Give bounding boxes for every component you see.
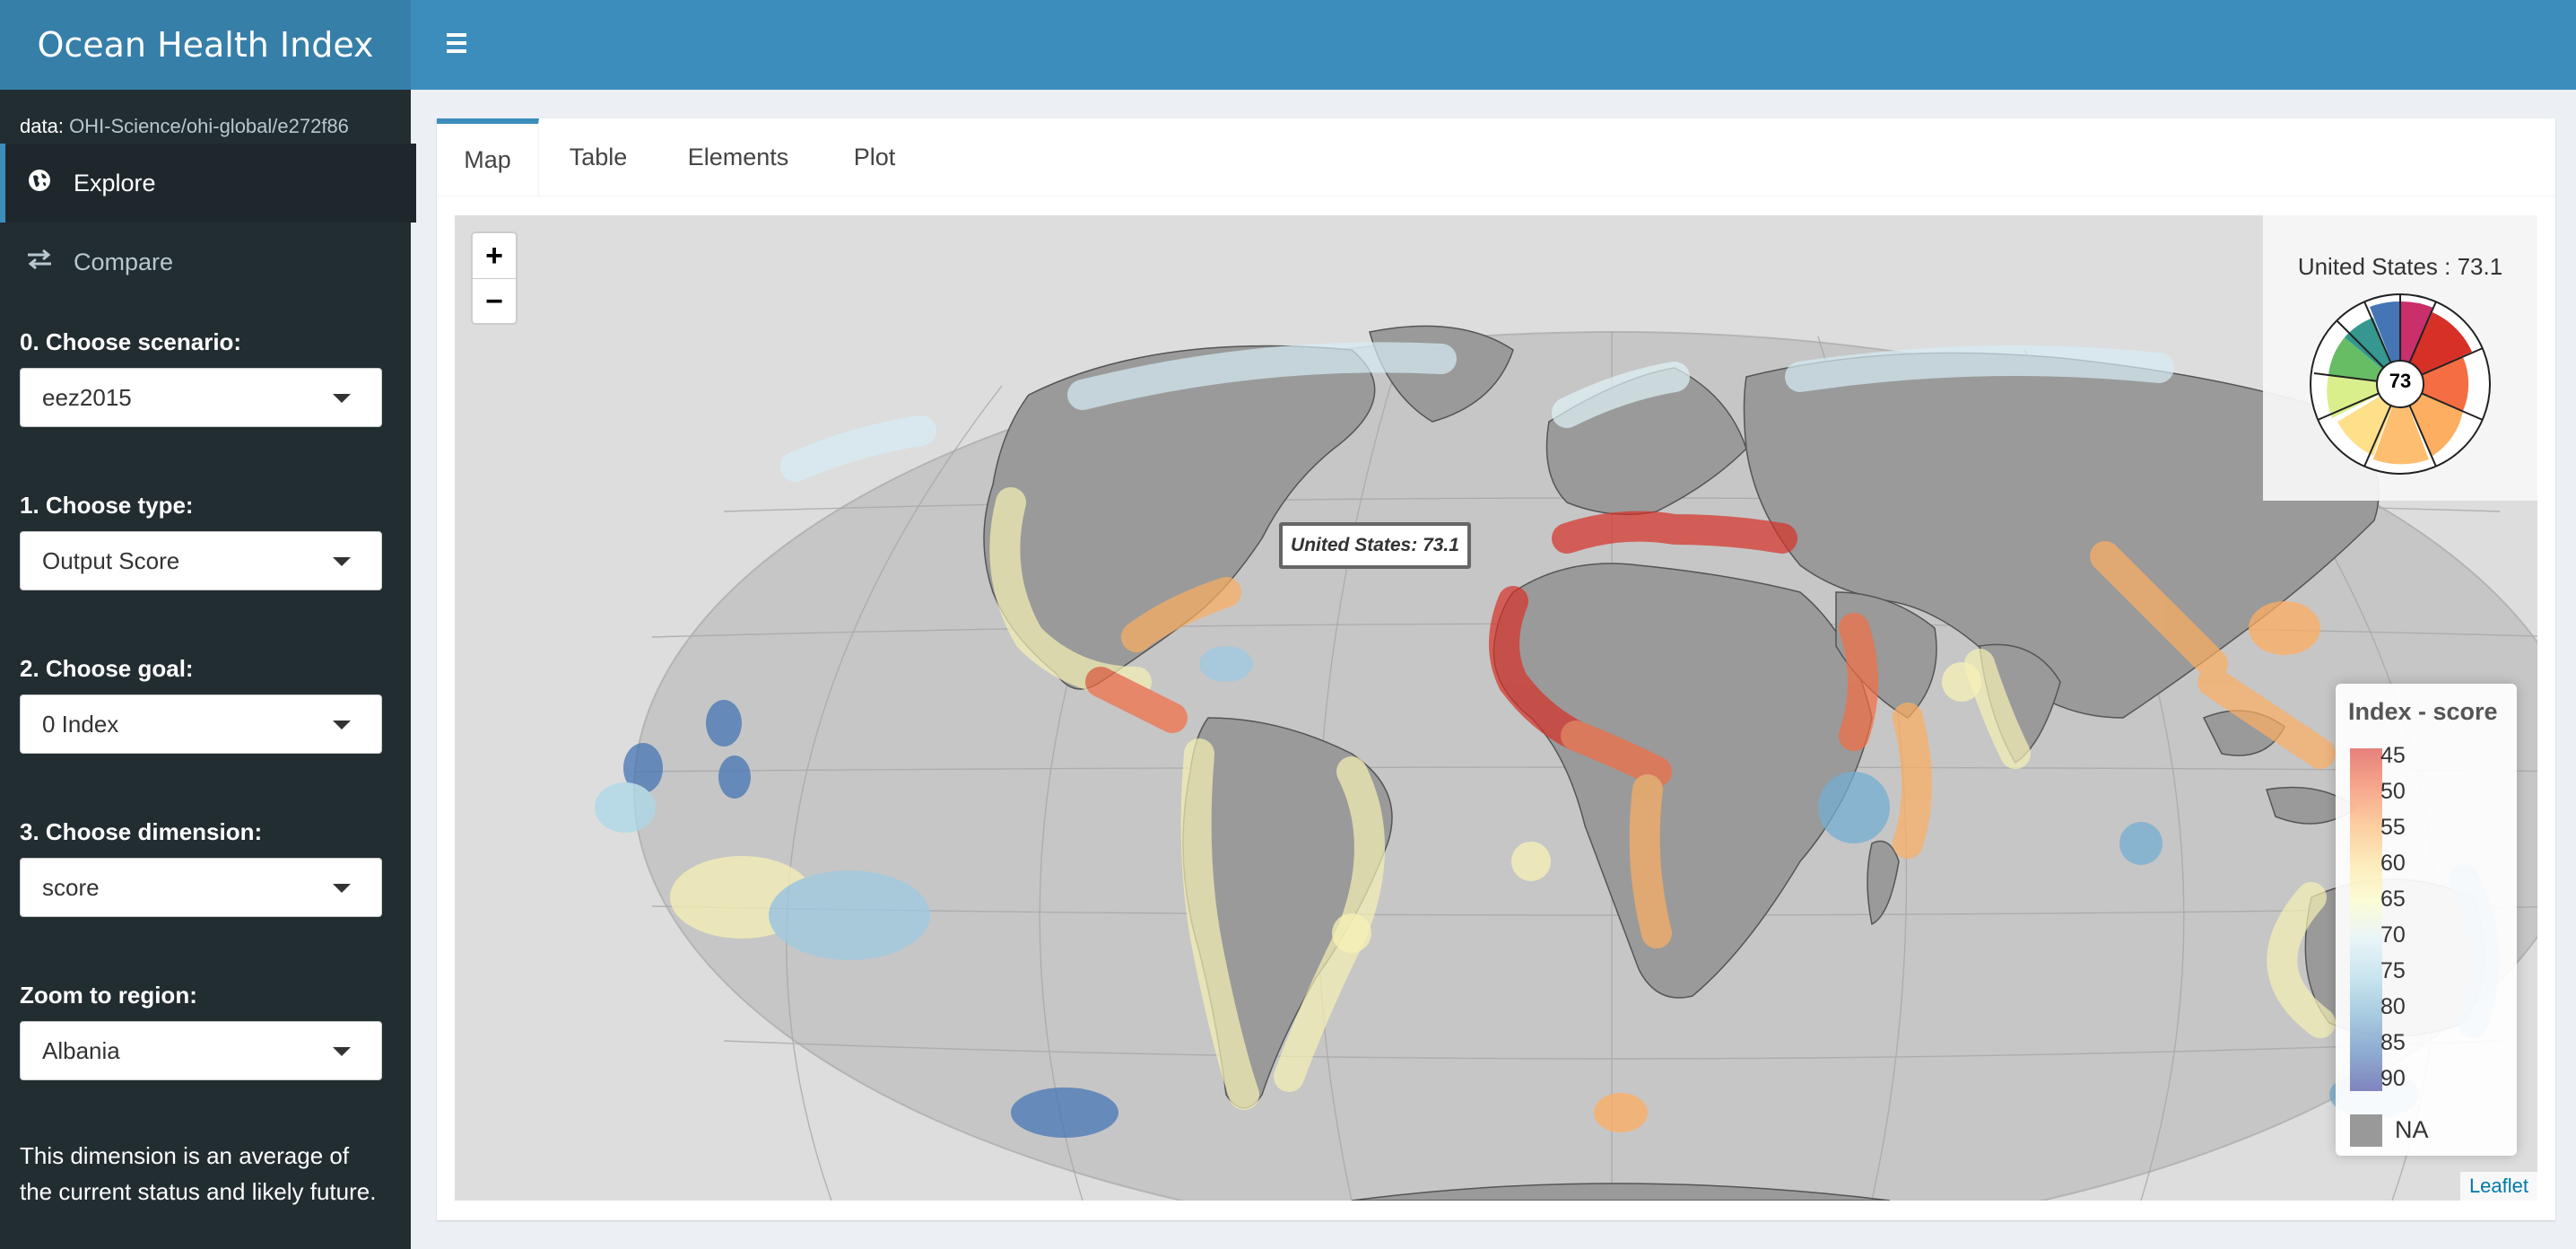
sidebar: data: OHI-Science/ohi-global/e272f86 Exp…: [0, 90, 416, 1249]
tab-bar: Map Table Elements Plot: [437, 118, 2555, 197]
sidebar-item-label: Compare: [74, 248, 174, 275]
legend-tick: 60: [2380, 851, 2406, 876]
leaflet-attribution-link[interactable]: Leaflet: [2459, 1172, 2537, 1201]
scenario-select[interactable]: eez2015: [20, 368, 382, 427]
goal-label: 2. Choose goal:: [20, 655, 194, 682]
zoom-out-button[interactable]: −: [473, 278, 516, 324]
dimension-label: 3. Choose dimension:: [20, 818, 263, 845]
dimension-note: This dimension is an average of the curr…: [20, 1142, 377, 1205]
world-map: [595, 325, 2537, 1201]
top-navbar: [411, 0, 2576, 90]
dimension-select[interactable]: score: [20, 858, 382, 917]
zoom-region-label: Zoom to region:: [20, 982, 197, 1009]
region-info-panel: United States : 73.1 73: [2263, 215, 2537, 501]
scenario-label: 0. Choose scenario:: [20, 328, 242, 355]
tab-map[interactable]: Map: [437, 118, 539, 196]
type-value: Output Score: [42, 546, 180, 574]
flower-score: 73: [2389, 370, 2412, 392]
legend-tick: 45: [2380, 743, 2406, 768]
legend-tick: 90: [2380, 1066, 2406, 1091]
map-legend: Index - score 45 50 55 60 65 70 75 80 85…: [2336, 684, 2517, 1156]
type-select[interactable]: Output Score: [20, 531, 382, 590]
map-tab-box: Map Table Elements Plot + − United State…: [437, 118, 2555, 1220]
legend-tick: 55: [2380, 815, 2406, 840]
legend-na-swatch: [2350, 1114, 2382, 1147]
sidebar-item-label: Explore: [74, 169, 156, 197]
type-label: 1. Choose type:: [20, 492, 194, 519]
goal-value: 0 Index: [42, 710, 119, 738]
zoom-region-select[interactable]: Albania: [20, 1021, 382, 1080]
legend-tick: 85: [2380, 1030, 2406, 1055]
legend-tick: 70: [2380, 922, 2406, 948]
legend-title: Index - score: [2348, 698, 2498, 725]
chevron-down-icon: [333, 394, 351, 403]
tab-elements[interactable]: Elements: [686, 118, 790, 196]
legend-tick: 65: [2380, 887, 2406, 912]
globe-icon: [23, 169, 56, 198]
zoom-control: + −: [471, 231, 518, 325]
tab-plot[interactable]: Plot: [830, 118, 919, 196]
tab-table[interactable]: Table: [553, 118, 643, 196]
data-source-value: OHI-Science/ohi-global/e272f86: [69, 115, 349, 137]
chevron-down-icon: [333, 1047, 351, 1056]
sidebar-item-explore[interactable]: Explore: [0, 144, 416, 223]
exchange-icon: [23, 248, 56, 277]
legend-tick: 80: [2380, 994, 2406, 1019]
sidebar-toggle-icon[interactable]: [436, 29, 477, 65]
legend-na-label: NA: [2395, 1116, 2429, 1143]
sidebar-item-compare[interactable]: Compare: [0, 223, 411, 301]
legend-tick: 75: [2380, 958, 2406, 983]
region-hover-tooltip: United States: 73.1: [1279, 522, 1471, 569]
data-source-label: data:: [20, 115, 64, 137]
leaflet-map[interactable]: + − United States: 73.1 United States : …: [455, 215, 2537, 1201]
data-source: data: OHI-Science/ohi-global/e272f86: [20, 115, 349, 138]
legend-tick: 50: [2380, 779, 2406, 804]
app-title: Ocean Health Index: [0, 0, 411, 90]
flower-plot: [2310, 293, 2491, 475]
legend-color-bar: [2350, 748, 2382, 1091]
dimension-value: score: [42, 873, 100, 901]
chevron-down-icon: [333, 557, 351, 566]
chevron-down-icon: [333, 884, 351, 893]
zoom-region-value: Albania: [42, 1036, 120, 1064]
zoom-in-button[interactable]: +: [473, 233, 516, 278]
scenario-value: eez2015: [42, 383, 132, 411]
goal-select[interactable]: 0 Index: [20, 694, 382, 754]
chevron-down-icon: [333, 721, 351, 729]
